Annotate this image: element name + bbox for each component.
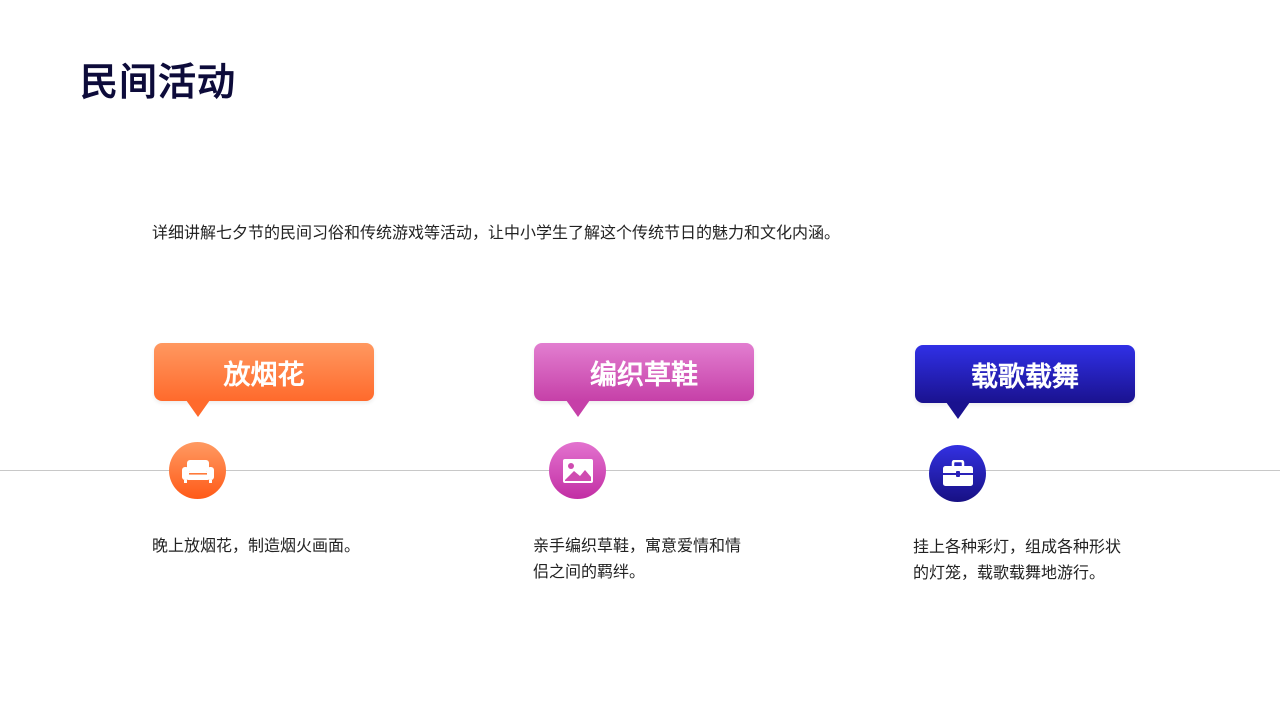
activity-description-singing-dancing: 挂上各种彩灯，组成各种形状的灯笼，载歌载舞地游行。 xyxy=(913,537,1122,582)
page-subtitle: 详细讲解七夕节的民间习俗和传统游戏等活动，让中小学生了解这个传统节日的魅力和文化… xyxy=(152,223,841,242)
activity-tag-singing-dancing: 载歌载舞 xyxy=(915,345,1135,403)
tag-pointer xyxy=(566,400,590,417)
timeline-node-singing-dancing xyxy=(929,445,986,502)
image-icon xyxy=(562,458,593,483)
activity-tag-straw-sandals: 编织草鞋 xyxy=(534,343,754,401)
timeline-node-straw-sandals xyxy=(549,442,606,499)
page-title: 民间活动 xyxy=(80,60,237,104)
tag-pointer xyxy=(186,400,210,417)
activity-description-straw-sandals: 亲手编织草鞋，寓意爱情和情侣之间的羁绊。 xyxy=(533,536,742,581)
activity-tag-fireworks: 放烟花 xyxy=(154,343,374,401)
activity-description-fireworks: 晚上放烟花，制造烟火画面。 xyxy=(152,536,361,555)
briefcase-icon xyxy=(942,459,973,486)
sofa-icon xyxy=(181,459,214,483)
tag-pointer xyxy=(946,402,970,419)
timeline-node-fireworks xyxy=(169,442,226,499)
